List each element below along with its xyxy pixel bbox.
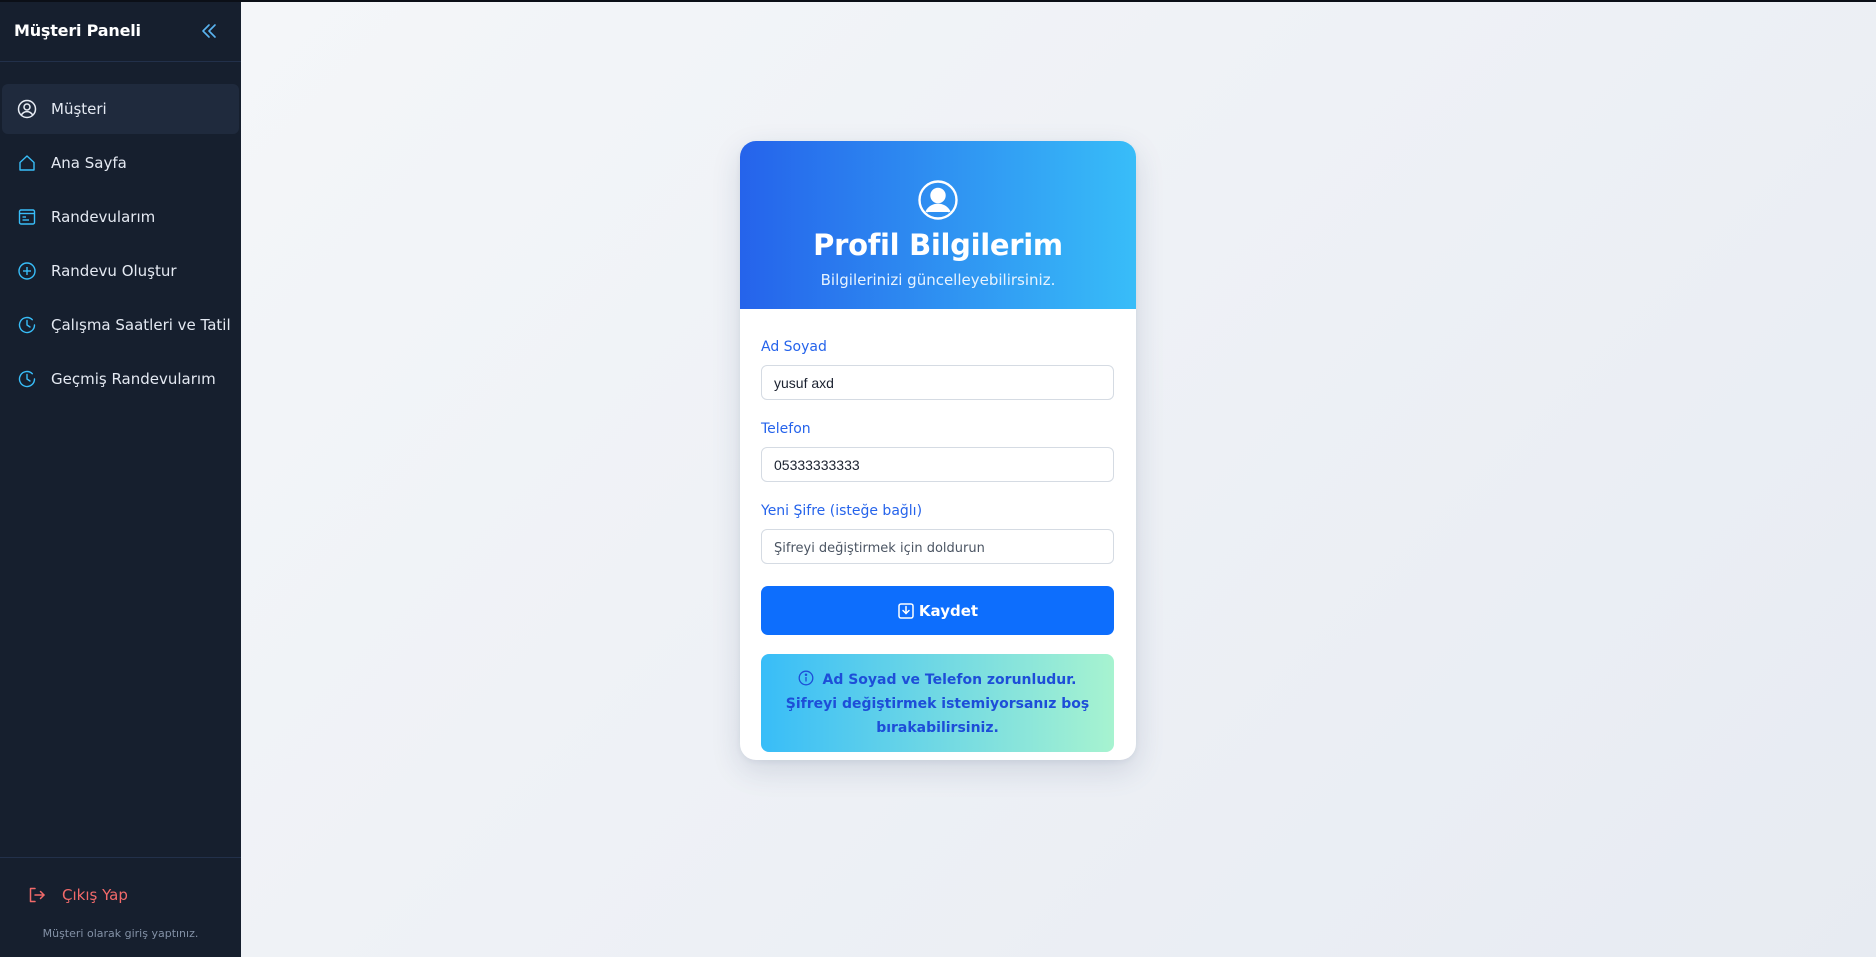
clock-history-icon bbox=[16, 368, 38, 390]
user-circle-icon bbox=[918, 180, 958, 220]
sidebar: Müşteri Paneli Müşteri Ana Sayfa Randevu… bbox=[0, 0, 241, 957]
logout-button[interactable]: Çıkış Yap bbox=[26, 884, 128, 906]
phone-label: Telefon bbox=[761, 421, 811, 437]
sidebar-item-label: Geçmiş Randevularım bbox=[51, 370, 216, 388]
sidebar-item-label: Çalışma Saatleri ve Tatil bbox=[51, 316, 231, 334]
password-label: Yeni Şifre (isteğe bağlı) bbox=[761, 503, 923, 519]
sidebar-item-randevu-olustur[interactable]: Randevu Oluştur bbox=[2, 246, 239, 296]
chevrons-left-icon bbox=[202, 23, 216, 38]
name-field[interactable] bbox=[761, 365, 1114, 400]
sidebar-item-musteri[interactable]: Müşteri bbox=[2, 84, 239, 134]
main-content: Profil Bilgilerim Bilgilerinizi güncelle… bbox=[241, 0, 1876, 957]
user-circle-icon bbox=[16, 98, 38, 120]
logout-icon bbox=[26, 884, 48, 906]
info-text: Ad Soyad ve Telefon zorunludur. Şifreyi … bbox=[785, 672, 1090, 736]
save-button[interactable]: Kaydet bbox=[761, 586, 1114, 635]
window-top-border bbox=[0, 0, 1876, 2]
info-alert: Ad Soyad ve Telefon zorunludur. Şifreyi … bbox=[761, 654, 1114, 752]
page-title: Profil Bilgilerim bbox=[813, 228, 1063, 262]
save-button-label: Kaydet bbox=[918, 601, 979, 620]
clock-icon bbox=[16, 314, 38, 336]
info-circle-icon bbox=[799, 670, 814, 686]
profile-card: Profil Bilgilerim Bilgilerinizi güncelle… bbox=[740, 141, 1136, 760]
phone-field[interactable] bbox=[761, 447, 1114, 482]
plus-circle-icon bbox=[16, 260, 38, 282]
login-status-note: Müşteri olarak giriş yaptınız. bbox=[42, 927, 199, 940]
sidebar-item-calisma-saatleri[interactable]: Çalışma Saatleri ve Tatil bbox=[2, 300, 239, 350]
password-field[interactable] bbox=[761, 529, 1114, 564]
sidebar-item-label: Müşteri bbox=[51, 100, 107, 118]
sidebar-item-label: Randevu Oluştur bbox=[51, 262, 177, 280]
sidebar-item-label: Ana Sayfa bbox=[51, 154, 127, 172]
sidebar-item-randevularim[interactable]: Randevularım bbox=[2, 192, 239, 242]
download-box-icon bbox=[897, 602, 915, 620]
name-label: Ad Soyad bbox=[761, 339, 827, 355]
profile-form: Ad Soyad Telefon Yeni Şifre (isteğe bağl… bbox=[740, 309, 1136, 752]
calendar-list-icon bbox=[16, 206, 38, 228]
sidebar-header: Müşteri Paneli bbox=[0, 0, 241, 62]
sidebar-footer: Çıkış Yap Müşteri olarak giriş yaptınız. bbox=[0, 857, 241, 957]
sidebar-nav: Müşteri Ana Sayfa Randevularım Randevu O… bbox=[0, 84, 241, 404]
profile-card-header: Profil Bilgilerim Bilgilerinizi güncelle… bbox=[740, 141, 1136, 309]
sidebar-item-ana-sayfa[interactable]: Ana Sayfa bbox=[2, 138, 239, 188]
sidebar-item-gecmis-randevularim[interactable]: Geçmiş Randevularım bbox=[2, 354, 239, 404]
sidebar-item-label: Randevularım bbox=[51, 208, 156, 226]
page-subtitle: Bilgilerinizi güncelleyebilirsiniz. bbox=[820, 271, 1056, 289]
sidebar-title: Müşteri Paneli bbox=[14, 21, 141, 40]
collapse-sidebar-button[interactable] bbox=[197, 19, 221, 43]
logout-label: Çıkış Yap bbox=[62, 886, 128, 904]
home-icon bbox=[16, 152, 38, 174]
